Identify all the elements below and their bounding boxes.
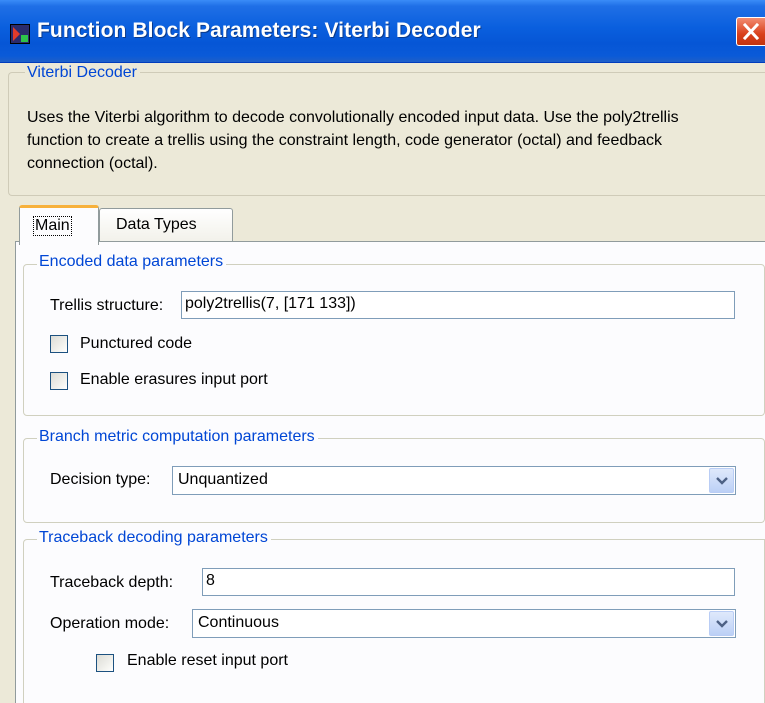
simulink-block-icon [10, 24, 30, 44]
decision-type-value: Unquantized [178, 471, 268, 488]
decision-type-dropdown[interactable]: Unquantized [172, 466, 736, 495]
trellis-structure-label: Trellis structure: [50, 297, 164, 314]
window-title: Function Block Parameters: Viterbi Decod… [37, 19, 481, 42]
close-icon [743, 23, 759, 40]
tab-data-types[interactable]: Data Types [99, 208, 233, 242]
traceback-group-title: Traceback decoding parameters [37, 529, 271, 547]
enable-reset-label: Enable reset input port [127, 652, 288, 669]
tab-data-types-label: Data Types [116, 216, 197, 233]
punctured-code-checkbox[interactable] [50, 335, 68, 353]
operation-mode-value: Continuous [198, 614, 279, 631]
description-group-title: Viterbi Decoder [25, 64, 140, 82]
decision-type-label: Decision type: [50, 471, 151, 488]
operation-mode-dropdown[interactable]: Continuous [192, 609, 736, 638]
traceback-depth-label: Traceback depth: [50, 574, 174, 591]
tab-main[interactable]: Main [19, 205, 99, 245]
traceback-depth-input[interactable]: 8 [202, 568, 735, 596]
branch-metric-group-title: Branch metric computation parameters [37, 428, 318, 446]
tab-main-label: Main [33, 216, 72, 236]
punctured-code-label: Punctured code [80, 335, 193, 352]
description-text: Uses the Viterbi algorithm to decode con… [27, 109, 679, 172]
enable-erasures-label: Enable erasures input port [80, 371, 268, 388]
chevron-down-icon[interactable] [709, 611, 734, 636]
title-bar[interactable]: Function Block Parameters: Viterbi Decod… [0, 0, 765, 63]
chevron-down-icon[interactable] [709, 468, 734, 493]
operation-mode-label: Operation mode: [50, 615, 170, 632]
enable-erasures-checkbox[interactable] [50, 372, 68, 390]
enable-reset-checkbox[interactable] [96, 654, 114, 672]
trellis-structure-input[interactable]: poly2trellis(7, [171 133]) [181, 291, 735, 319]
encoded-data-group-title: Encoded data parameters [37, 253, 227, 271]
close-button[interactable] [736, 17, 765, 46]
